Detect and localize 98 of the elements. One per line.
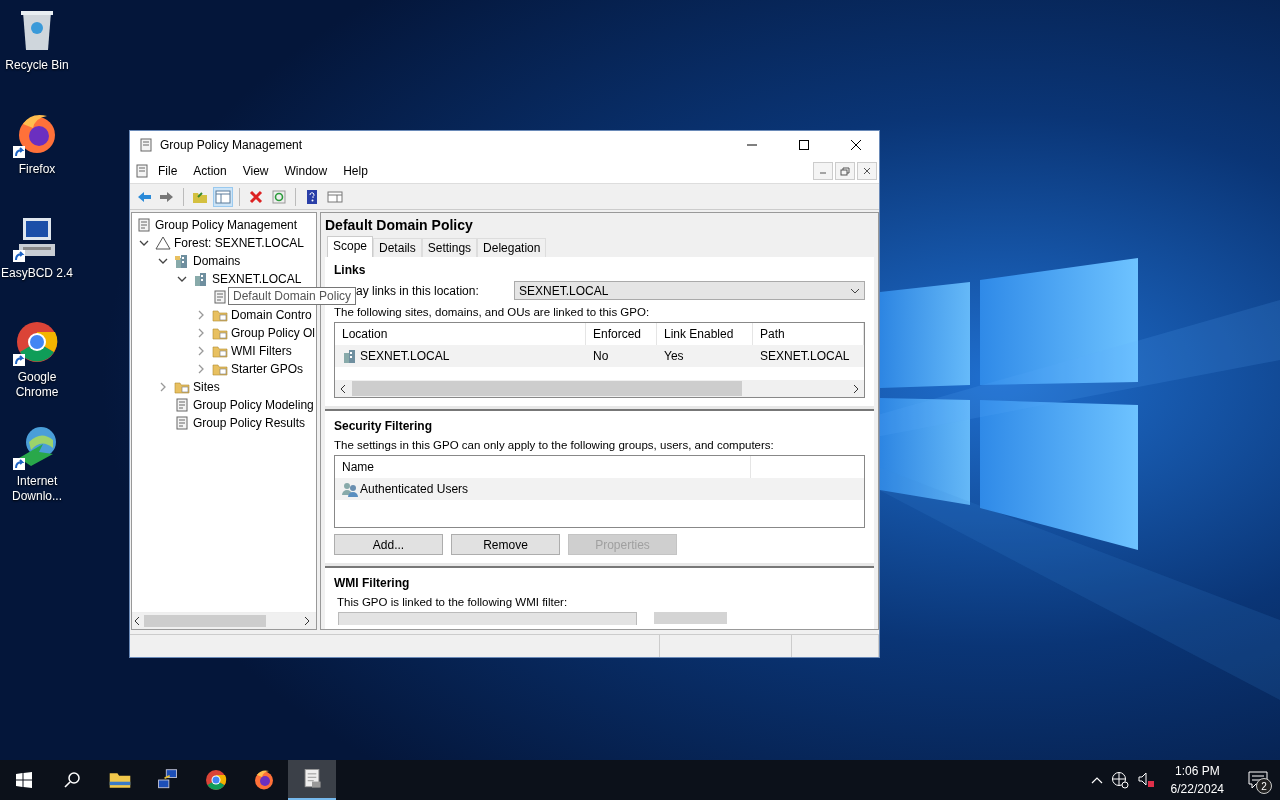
scroll-left-icon <box>132 616 142 626</box>
chevron-right-icon[interactable] <box>196 346 206 356</box>
desktop-icon-label[interactable]: Internet Downlo... <box>0 474 74 504</box>
triangle-icon <box>155 235 171 251</box>
tab[interactable]: Settings <box>421 238 478 257</box>
tree-item[interactable]: Forest: SEXNET.LOCAL <box>174 236 305 250</box>
windows-logo-icon <box>16 772 32 788</box>
chevron-up-icon[interactable] <box>1090 776 1103 784</box>
maximize-icon <box>798 139 810 151</box>
scrollbar-thumb[interactable] <box>144 615 266 627</box>
chrome-icon <box>204 768 228 792</box>
tree-item[interactable]: Group Policy Modeling <box>193 398 314 412</box>
globe-icon[interactable] <box>1110 771 1129 789</box>
date-text: 6/22/2024 <box>1170 781 1224 798</box>
folder-icon <box>212 343 228 359</box>
table-cell: SEXNET.LOCAL <box>360 349 450 363</box>
message-icon <box>1248 771 1268 789</box>
folder-icon <box>174 379 190 395</box>
chevron-right-icon[interactable] <box>196 310 206 320</box>
folder-icon <box>212 361 228 377</box>
tree-item[interactable]: Group Policy Results <box>193 416 306 430</box>
help-icon <box>304 188 320 205</box>
tab[interactable]: Details <box>373 238 422 257</box>
desktop-icon-label[interactable]: EasyBCD 2.4 <box>0 266 74 281</box>
menu-item[interactable]: File <box>150 164 186 178</box>
users-icon <box>342 481 358 497</box>
description-text: The following sites, domains, and OUs are linked to this GPO: <box>334 306 651 318</box>
table-cell-text: SEXNET.LOCAL <box>759 349 851 363</box>
scroll-left-icon <box>338 383 348 394</box>
menu-item[interactable]: Window <box>276 164 336 178</box>
pane-title: Default Domain Policy <box>325 217 474 233</box>
console-icon <box>138 137 154 153</box>
scroll-right-icon <box>851 383 861 394</box>
desktop-icon-label[interactable]: Firefox <box>0 162 74 177</box>
clock[interactable]: 1:06 PM 6/22/2024 <box>1170 762 1224 798</box>
scroll-icon <box>174 415 190 431</box>
tree-item[interactable]: Domain Contro <box>231 308 312 322</box>
description-text: The settings in this GPO can only apply to the following groups, users, and computers: <box>334 439 775 451</box>
chevron-down-icon[interactable] <box>177 274 187 284</box>
taskbar-app[interactable] <box>288 760 336 800</box>
chevron-right-icon[interactable] <box>196 328 206 338</box>
tree-item[interactable]: Sites <box>193 380 220 394</box>
table-cell-text: Yes <box>663 349 685 363</box>
console-icon <box>136 217 152 233</box>
window-title: Group Policy Management <box>160 138 304 152</box>
search-icon <box>63 771 81 789</box>
menu-item[interactable]: View <box>234 164 277 178</box>
panel-icon <box>215 188 231 205</box>
console-icon <box>134 163 150 179</box>
menu-item[interactable]: Help <box>335 164 376 178</box>
tree-item[interactable]: Group Policy Ol <box>231 326 316 340</box>
child-window-button[interactable] <box>857 162 877 180</box>
list-item[interactable]: Authenticated Users <box>360 482 469 496</box>
location-dropdown[interactable]: SEXNET.LOCAL <box>514 281 865 300</box>
time-text: 1:06 PM <box>1174 763 1220 780</box>
speaker-muted-icon[interactable] <box>1136 771 1155 789</box>
chevron-right-icon[interactable] <box>158 382 168 392</box>
building-icon <box>342 348 358 364</box>
chevron-down-icon[interactable] <box>139 238 149 248</box>
tree-item[interactable]: SEXNET.LOCAL <box>212 272 302 286</box>
scroll-icon <box>174 397 190 413</box>
section-heading: Links <box>334 263 367 277</box>
add-button[interactable]: Add... <box>334 534 443 555</box>
table-cell-text: No <box>592 349 610 363</box>
field-label: ay links in this location: <box>356 283 479 298</box>
scrollbar-thumb[interactable] <box>352 381 742 396</box>
tree-item[interactable]: Starter GPOs <box>231 362 304 376</box>
panel-icon <box>327 188 343 205</box>
remove-button[interactable]: Remove <box>451 534 560 555</box>
building-icon <box>174 253 190 269</box>
section-heading: WMI Filtering <box>334 576 411 590</box>
close-icon <box>861 166 873 176</box>
refresh-icon <box>271 188 287 205</box>
menu-item[interactable]: Action <box>185 164 235 178</box>
folder-icon <box>212 307 228 323</box>
desktop-icon-label[interactable]: Google Chrome <box>0 370 74 400</box>
delete-icon <box>248 188 264 205</box>
desktop-icon-label[interactable]: Recycle Bin <box>0 58 74 73</box>
chevron-down-icon[interactable] <box>158 256 168 266</box>
restore-icon <box>839 166 851 176</box>
scroll-right-icon <box>302 616 312 626</box>
notifications-button[interactable]: 2 <box>1240 760 1276 800</box>
folder-icon <box>212 325 228 341</box>
notification-count: 2 <box>1256 778 1272 794</box>
firefox-icon <box>252 768 276 792</box>
scroll-icon <box>212 289 228 305</box>
description-text: This GPO is linked to the following WMI filter: <box>337 596 569 608</box>
tab[interactable]: Delegation <box>477 238 547 257</box>
close-icon <box>850 139 862 151</box>
section-heading: Security Filtering <box>334 419 434 433</box>
tooltip: Default Domain Policy <box>228 287 357 305</box>
tree-item[interactable]: Domains <box>193 254 241 268</box>
tab[interactable]: Scope <box>327 236 374 257</box>
tree-item[interactable]: Group Policy Management <box>155 218 298 232</box>
chevron-right-icon[interactable] <box>196 364 206 374</box>
tree-item[interactable]: WMI Filters <box>231 344 292 358</box>
building-icon <box>193 271 209 287</box>
child-window-button[interactable] <box>835 162 855 180</box>
